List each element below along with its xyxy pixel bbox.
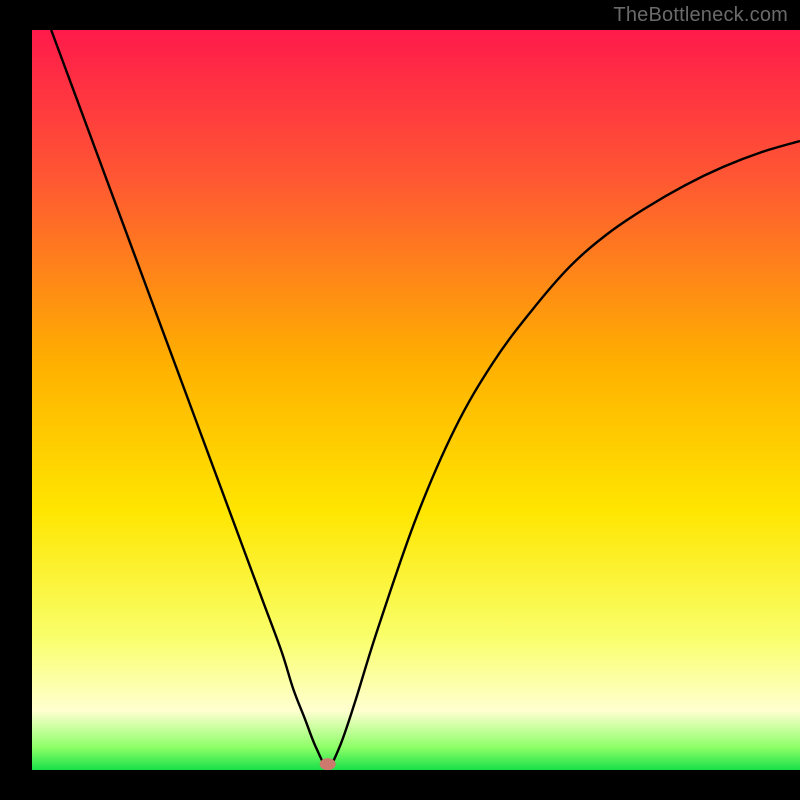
- minimum-marker: [320, 758, 336, 770]
- plot-background: [32, 30, 800, 770]
- bottleneck-chart: [0, 0, 800, 800]
- chart-frame: TheBottleneck.com: [0, 0, 800, 800]
- watermark-text: TheBottleneck.com: [613, 4, 788, 27]
